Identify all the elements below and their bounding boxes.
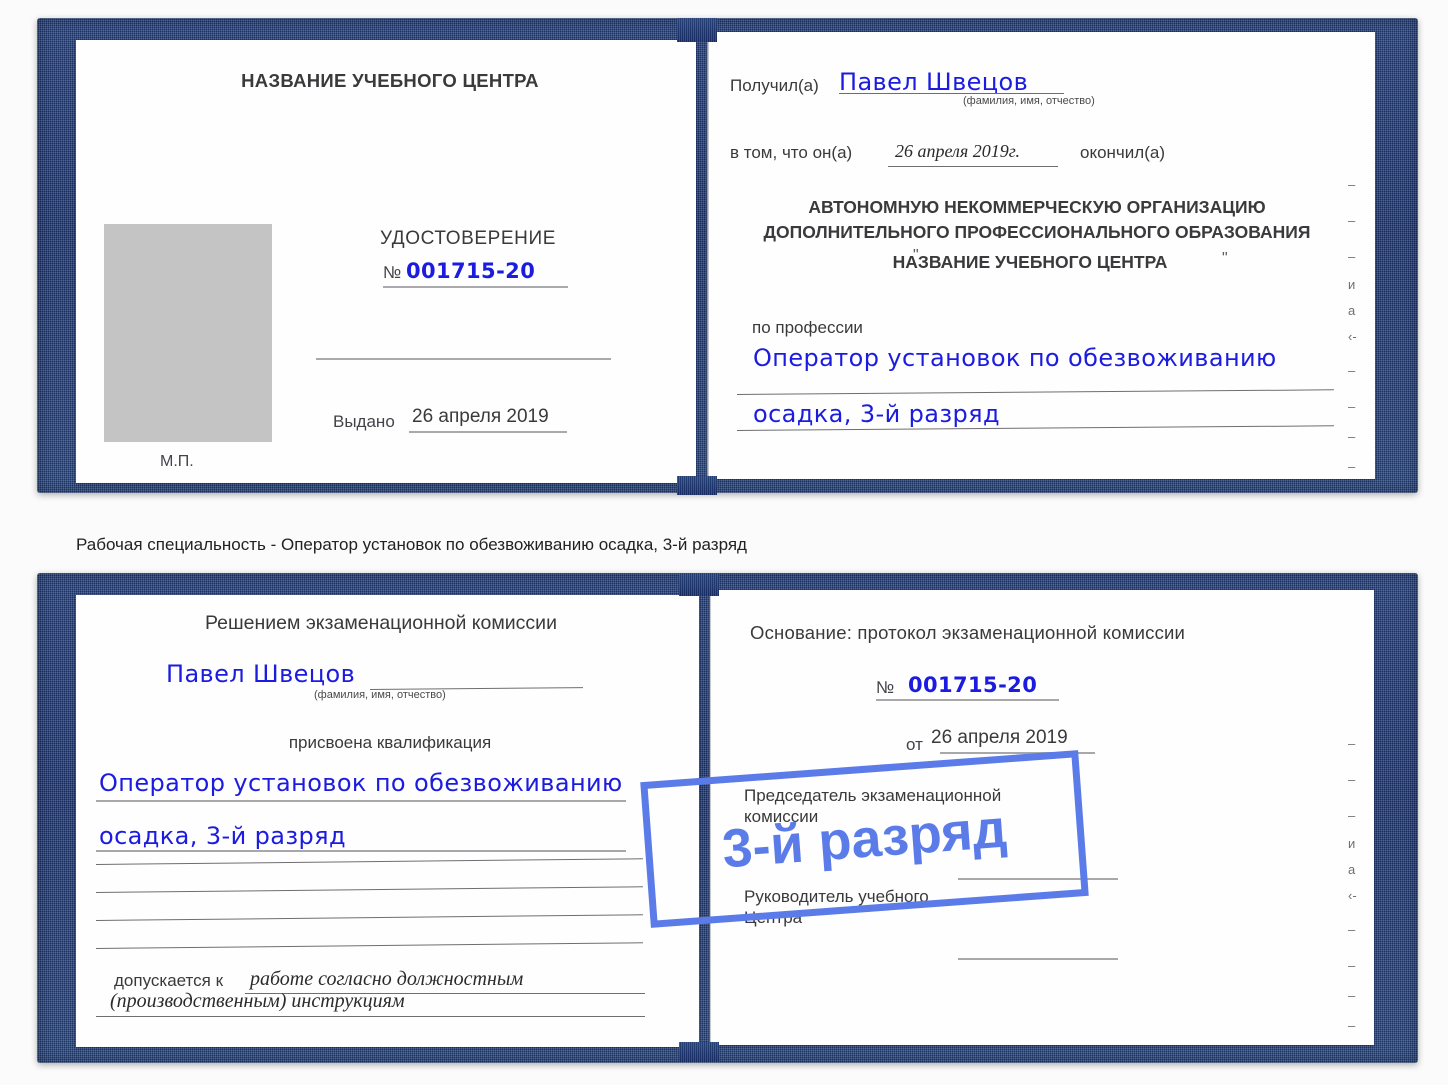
edge-glyph: – (1348, 1018, 1356, 1033)
back-name-value: Павел Швецов (166, 660, 356, 688)
back-protocol-date-label: от (906, 735, 923, 754)
edge-glyph: – (1348, 429, 1356, 444)
edge-glyph: и (1348, 277, 1356, 292)
back-protocol-date-value: 26 апреля 2019 (931, 727, 1068, 748)
front-completion-date-rule (888, 166, 1058, 167)
edge-glyph: – (1348, 363, 1356, 378)
back-admitted-label: допускается к (114, 971, 224, 990)
back-qualification-line2: осадка, 3-й разряд (99, 822, 346, 850)
certificate-back-spine-notch (679, 573, 719, 596)
front-seal-label: М.П. (160, 453, 194, 470)
edge-glyph: ‹- (1348, 888, 1357, 903)
front-doc-type: УДОСТОВЕРЕНИЕ (379, 228, 557, 249)
edge-glyph: – (1348, 922, 1356, 937)
edge-glyph: – (1348, 736, 1356, 751)
front-number-value: 001715-20 (406, 259, 536, 283)
back-qualification-label: присвоена квалификация (288, 733, 492, 752)
front-profession-line1: Оператор установок по обезвоживанию (753, 344, 1277, 372)
edge-glyph: ‹- (1348, 329, 1357, 344)
back-protocol-number-rule (876, 699, 1059, 701)
front-issued-value: 26 апреля 2019 (412, 406, 549, 427)
front-org-line1: АВТОНОМНУЮ НЕКОММЕРЧЕСКУЮ ОРГАНИЗАЦИЮ (808, 197, 1266, 217)
edge-glyph: – (1348, 988, 1356, 1003)
back-basis-label: Основание: протокол экзаменационной коми… (750, 622, 1186, 643)
front-received-label: Получил(а) (730, 76, 819, 95)
edge-glyph: – (1348, 213, 1356, 228)
edge-glyph: – (1348, 459, 1356, 474)
front-finished-label: окончил(а) (1080, 143, 1165, 162)
back-decision-title: Решением экзаменационной комиссии (205, 612, 557, 634)
front-blank-rule (316, 358, 611, 360)
front-edge-glyph-column: – – – и а ‹- – – – – (1348, 178, 1357, 490)
edge-glyph: – (1348, 177, 1356, 192)
front-org-line3: НАЗВАНИЕ УЧЕБНОГО ЦЕНТРА (892, 252, 1168, 272)
photo-placeholder (104, 224, 272, 442)
front-number-label: № (383, 263, 402, 282)
front-org-title: НАЗВАНИЕ УЧЕБНОГО ЦЕНТРА (241, 70, 539, 91)
edge-glyph: – (1348, 772, 1356, 787)
front-issued-label: Выдано (333, 412, 395, 431)
edge-glyph: – (1348, 958, 1356, 973)
caption-text: Рабочая специальность - Оператор установ… (76, 535, 747, 554)
edge-glyph: – (1348, 249, 1356, 264)
screenshot-root: НАЗВАНИЕ УЧЕБНОГО ЦЕНТРА УДОСТОВЕРЕНИЕ №… (0, 0, 1448, 1085)
edge-glyph: – (1348, 399, 1356, 414)
front-received-rule (839, 93, 1064, 94)
back-head-sign-rule (958, 958, 1118, 960)
edge-glyph: и (1348, 836, 1356, 851)
back-protocol-number-label: № (876, 678, 895, 697)
front-issued-rule (409, 431, 567, 433)
certificate-front-spine-notch (677, 18, 717, 42)
certificate-front-spine-notch-bottom (677, 476, 717, 495)
front-org-line2: ДОПОЛНИТЕЛЬНОГО ПРОФЕССИОНАЛЬНОГО ОБРАЗО… (763, 222, 1311, 242)
certificate-front-spine (706, 40, 709, 480)
front-in-that-label: в том, что он(а) (730, 143, 853, 162)
front-number-rule (383, 286, 568, 288)
front-profession-line2: осадка, 3-й разряд (753, 400, 1000, 428)
front-org-quote-close: " (1222, 250, 1228, 267)
back-admitted-line1: работе согласно должностным (250, 968, 524, 990)
edge-glyph: а (1348, 862, 1356, 877)
back-qualification-line1: Оператор установок по обезвоживанию (99, 769, 623, 797)
back-qualification-rule2 (96, 850, 626, 852)
edge-glyph: – (1348, 808, 1356, 823)
back-qualification-rule1 (96, 800, 626, 802)
front-profession-label: по профессии (752, 318, 863, 337)
back-edge-glyph-column: – – – и а ‹- – – – – (1348, 737, 1357, 1049)
front-fio-hint: (фамилия, имя, отчество) (963, 95, 1095, 107)
certificate-back-spine-notch-bottom (679, 1042, 719, 1062)
watermark-badge-label: 3-й разряд (720, 798, 1009, 880)
back-admitted-rule2 (96, 1016, 645, 1017)
front-received-value: Павел Швецов (839, 68, 1029, 96)
front-completion-date: 26 апреля 2019г. (895, 141, 1021, 161)
back-fio-hint: (фамилия, имя, отчество) (314, 689, 446, 701)
edge-glyph: а (1348, 303, 1356, 318)
back-admitted-line2: (производственным) инструкциям (110, 990, 405, 1012)
back-protocol-number-value: 001715-20 (908, 673, 1038, 697)
